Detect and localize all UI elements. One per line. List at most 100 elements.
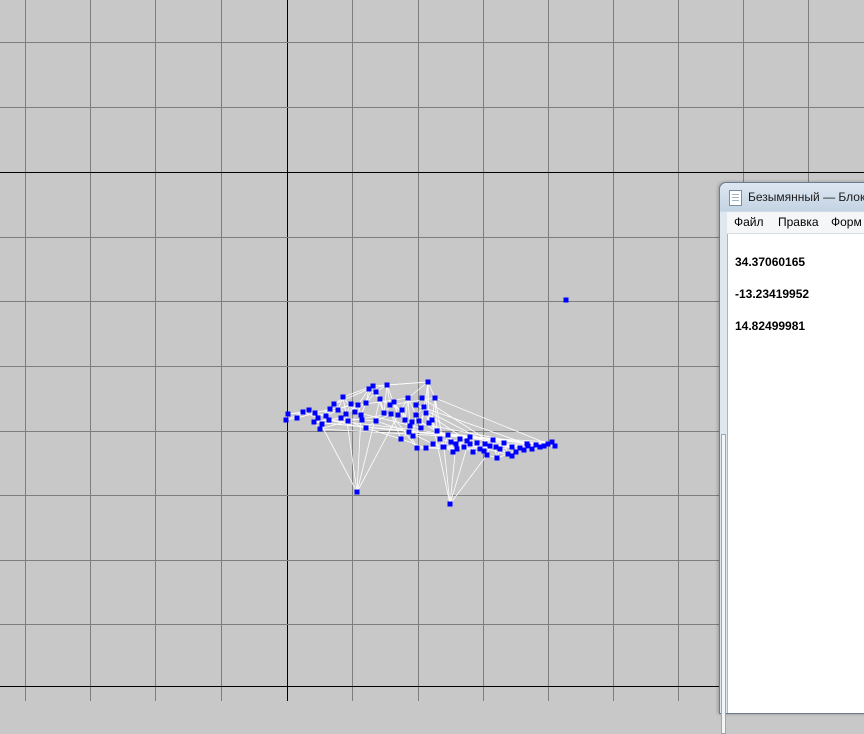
mesh-vertex[interactable] — [447, 501, 453, 507]
mesh-vertex[interactable] — [423, 410, 429, 416]
menu-file[interactable]: Файл — [734, 215, 764, 229]
mesh-vertex[interactable] — [474, 440, 480, 446]
mesh-vertex[interactable] — [487, 443, 493, 449]
mesh-vertex[interactable] — [399, 407, 405, 413]
mesh-vertex[interactable] — [454, 446, 460, 452]
mesh-vertex[interactable] — [453, 441, 459, 447]
mesh-vertex[interactable] — [319, 421, 325, 427]
mesh-vertices[interactable] — [283, 297, 569, 507]
mesh-vertex[interactable] — [317, 426, 323, 432]
mesh-vertex[interactable] — [354, 489, 360, 495]
window-title: Безымянный — Блок — [748, 190, 864, 204]
mesh-vertex[interactable] — [467, 434, 473, 440]
mesh-vertex[interactable] — [470, 449, 476, 455]
mesh-vertex[interactable] — [294, 415, 300, 421]
mesh-vertex[interactable] — [398, 436, 404, 442]
mesh-vertex[interactable] — [423, 445, 429, 451]
mesh-vertex[interactable] — [312, 410, 318, 416]
text-editor[interactable]: 34.37060165 -13.23419952 14.82499981 — [727, 234, 864, 713]
mesh-edge — [431, 397, 436, 421]
mesh-vertex[interactable] — [300, 409, 306, 415]
menu-edit[interactable]: Правка — [778, 215, 819, 229]
mesh-vertex[interactable] — [384, 382, 390, 388]
mesh-vertex[interactable] — [457, 436, 463, 442]
mesh-vertex[interactable] — [405, 395, 411, 401]
mesh-edge — [412, 414, 417, 437]
mesh-vertex[interactable] — [509, 453, 515, 459]
left-edge-scrollbar[interactable] — [720, 212, 727, 734]
mesh-vertex[interactable] — [283, 417, 289, 423]
mesh-edge — [372, 381, 429, 387]
mesh-vertex[interactable] — [285, 411, 291, 417]
mesh-vertex[interactable] — [331, 401, 337, 407]
text-line-3: 14.82499981 — [735, 319, 806, 333]
mesh-vertex[interactable] — [388, 411, 394, 417]
menu-bar: Файл Правка Форм — [727, 212, 864, 234]
mesh-vertex[interactable] — [311, 419, 317, 425]
mesh-vertex[interactable] — [326, 417, 332, 423]
mesh-vertex[interactable] — [430, 441, 436, 447]
mesh-vertex[interactable] — [494, 455, 500, 461]
mesh-vertex[interactable] — [345, 418, 351, 424]
mesh-vertex[interactable] — [414, 445, 420, 451]
mesh-vertex[interactable] — [358, 412, 364, 418]
menu-format[interactable]: Форм — [831, 215, 862, 229]
mesh-vertex[interactable] — [406, 429, 412, 435]
mesh-vertex[interactable] — [373, 418, 379, 424]
mesh-vertex[interactable] — [448, 439, 454, 445]
mesh-vertex[interactable] — [370, 383, 376, 389]
mesh-vertex[interactable] — [490, 437, 496, 443]
mesh-vertex[interactable] — [373, 389, 379, 395]
mesh-vertex[interactable] — [416, 418, 422, 424]
mesh-edge — [375, 420, 410, 433]
mesh-vertex[interactable] — [413, 412, 419, 418]
mesh-edge — [449, 454, 488, 505]
notepad-icon[interactable] — [729, 190, 742, 206]
mesh-vertex[interactable] — [419, 395, 425, 401]
text-line-2: -13.23419952 — [735, 287, 810, 301]
mesh-vertex[interactable] — [484, 452, 490, 458]
mesh-vertex[interactable] — [340, 394, 346, 400]
mesh-vertex[interactable] — [355, 402, 361, 408]
mesh-vertex[interactable] — [395, 412, 401, 418]
mesh-vertex[interactable] — [338, 415, 344, 421]
mesh-vertex[interactable] — [335, 407, 341, 413]
mesh-vertex[interactable] — [501, 440, 507, 446]
mesh-vertex[interactable] — [425, 379, 431, 385]
mesh-vertex[interactable] — [429, 417, 435, 423]
mesh-vertex[interactable] — [524, 441, 530, 447]
mesh-vertex[interactable] — [327, 406, 333, 412]
mesh-vertex[interactable] — [461, 444, 467, 450]
mesh-vertex[interactable] — [552, 443, 558, 449]
mesh-vertex[interactable] — [482, 441, 488, 447]
notepad-titlebar[interactable]: Безымянный — Блок — [720, 183, 864, 211]
text-line-1: 34.37060165 — [735, 255, 806, 269]
mesh-vertex[interactable] — [421, 404, 427, 410]
mesh-vertex[interactable] — [509, 444, 515, 450]
mesh-vertex[interactable] — [363, 400, 369, 406]
mesh-vertex[interactable] — [467, 441, 473, 447]
mesh-vertex[interactable] — [343, 411, 349, 417]
mesh-vertex[interactable] — [409, 419, 415, 425]
mesh-vertex[interactable] — [352, 409, 358, 415]
mesh-vertex[interactable] — [437, 436, 443, 442]
mesh-vertex[interactable] — [359, 417, 365, 423]
mesh-vertex[interactable] — [381, 410, 387, 416]
mesh-vertex[interactable] — [445, 432, 451, 438]
mesh-vertex[interactable] — [440, 444, 446, 450]
mesh-vertex[interactable] — [434, 428, 440, 434]
scrollbar-thumb[interactable] — [721, 434, 726, 734]
mesh-vertex[interactable] — [413, 402, 419, 408]
mesh-vertex[interactable] — [493, 444, 499, 450]
mesh-vertex[interactable] — [306, 407, 312, 413]
mesh-vertex[interactable] — [391, 399, 397, 405]
mesh-vertex[interactable] — [377, 396, 383, 402]
mesh-vertex[interactable] — [432, 395, 438, 401]
mesh-vertex[interactable] — [402, 417, 408, 423]
mesh-vertex[interactable] — [563, 297, 569, 303]
notepad-window[interactable]: Безымянный — Блок Файл Правка Форм 34.37… — [719, 182, 864, 734]
mesh-vertex[interactable] — [418, 425, 424, 431]
mesh-vertex[interactable] — [348, 401, 354, 407]
mesh-edge — [383, 384, 388, 414]
mesh-vertex[interactable] — [363, 425, 369, 431]
